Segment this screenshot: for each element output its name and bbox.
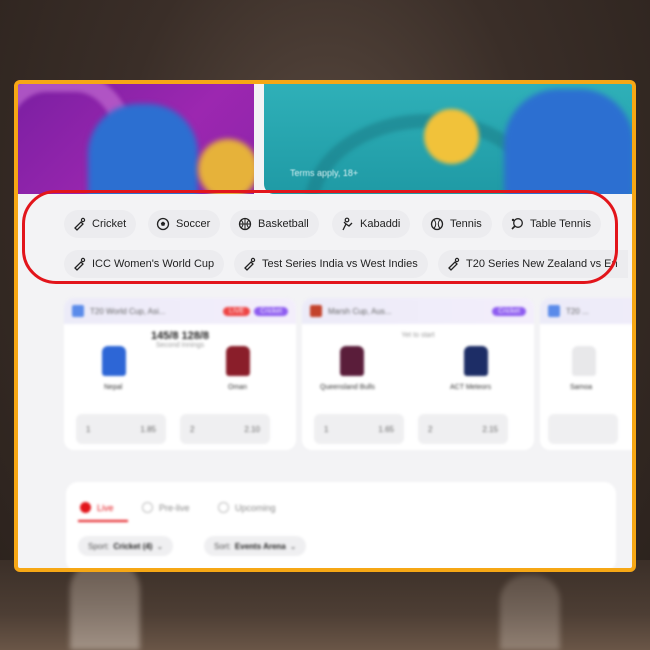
event-card[interactable]: T20 ... Samoa bbox=[540, 298, 632, 450]
live-badge: LIVE bbox=[223, 306, 251, 316]
odds-value: 1.65 bbox=[378, 424, 394, 434]
chevron-down-icon: ⌄ bbox=[289, 541, 297, 551]
chip-cricket[interactable]: Cricket bbox=[64, 210, 137, 238]
tab-label: Upcoming bbox=[235, 502, 276, 513]
soccer-icon bbox=[156, 217, 170, 231]
team-jersey-icon bbox=[340, 346, 364, 376]
chevron-down-icon: ⌄ bbox=[156, 541, 164, 551]
team-jersey-icon bbox=[464, 346, 488, 376]
calendar-icon bbox=[218, 502, 229, 513]
chip-icc-womens-world-cup[interactable]: ICC Women's World Cup bbox=[64, 250, 225, 278]
odds-label: 1 bbox=[324, 424, 329, 434]
card-header: T20 ... bbox=[540, 298, 632, 324]
team-jersey-icon bbox=[572, 346, 596, 376]
league-flag-icon bbox=[548, 305, 560, 317]
chip-label: Cricket bbox=[92, 218, 127, 230]
chip-label: Kabaddi bbox=[360, 218, 401, 230]
tab-live[interactable]: Live bbox=[80, 502, 114, 513]
chip-label: ICC Women's World Cup bbox=[92, 258, 215, 270]
banner-terms: Terms apply, 18+ bbox=[290, 168, 359, 178]
odds-value: 2.10 bbox=[244, 424, 260, 434]
league-name: Marsh Cup, Aus... bbox=[328, 306, 392, 316]
league-flag-icon bbox=[72, 305, 84, 317]
banner-coin-image bbox=[424, 109, 479, 164]
sport-badge: Cricket bbox=[254, 306, 288, 316]
kabaddi-icon bbox=[340, 217, 354, 231]
events-panel: Live Pre-live Upcoming Sport: Cricket (4)… bbox=[66, 482, 616, 568]
league-flag-icon bbox=[310, 305, 322, 317]
tab-label: Live bbox=[97, 502, 114, 513]
sport-filter-chips: Cricket Soccer Basketball Kabaddi Tennis… bbox=[18, 200, 632, 290]
banner-coin-image bbox=[198, 139, 254, 194]
odds-button[interactable]: 2 2.10 bbox=[180, 414, 270, 444]
tab-upcoming[interactable]: Upcoming bbox=[218, 502, 276, 513]
tab-pre-live[interactable]: Pre-live bbox=[142, 502, 190, 513]
table-tennis-icon bbox=[510, 217, 524, 231]
banner-player-image bbox=[504, 89, 632, 194]
chip-tennis[interactable]: Tennis bbox=[422, 210, 492, 238]
cricket-icon bbox=[446, 257, 460, 271]
chip-t20-series-new-zealand[interactable]: T20 Series New Zealand vs En bbox=[438, 250, 628, 278]
basketball-icon bbox=[238, 217, 252, 231]
sport-badge: Cricket bbox=[492, 306, 526, 316]
chip-label: Basketball bbox=[258, 218, 309, 230]
chip-basketball[interactable]: Basketball bbox=[230, 210, 319, 238]
team-name: Queensland Bulls bbox=[320, 384, 375, 391]
background-player bbox=[70, 560, 140, 650]
odds-label: 2 bbox=[428, 424, 433, 434]
banner-player-image bbox=[88, 104, 198, 194]
match-status: Yet to start bbox=[401, 332, 435, 339]
chip-label: Test Series India vs West Indies bbox=[262, 258, 418, 270]
team-name: Samoa bbox=[570, 384, 593, 391]
live-dot-icon bbox=[80, 502, 91, 513]
chip-soccer[interactable]: Soccer bbox=[148, 210, 221, 238]
odds-button[interactable]: 1 1.65 bbox=[314, 414, 404, 444]
promo-banner-right[interactable]: Terms apply, 18+ bbox=[264, 84, 632, 194]
odds-button[interactable]: 1 1.85 bbox=[76, 414, 166, 444]
filter-label: Sort: bbox=[214, 541, 231, 551]
match-status: Second Innings bbox=[155, 342, 205, 349]
filter-label: Sport: bbox=[88, 541, 110, 551]
league-name: T20 World Cup, Asi... bbox=[90, 306, 166, 316]
card-header: T20 World Cup, Asi... LIVE Cricket bbox=[64, 298, 296, 324]
screenshot-frame: Terms apply, 18+ Cricket Soccer Basketba… bbox=[14, 80, 636, 572]
cricket-icon bbox=[72, 217, 86, 231]
odds-value: 2.15 bbox=[482, 424, 498, 434]
card-header: Marsh Cup, Aus... Cricket bbox=[302, 298, 534, 324]
tennis-icon bbox=[430, 217, 444, 231]
team-name: Nepal bbox=[104, 384, 123, 391]
league-name: T20 ... bbox=[566, 306, 589, 316]
event-card[interactable]: T20 World Cup, Asi... LIVE Cricket 145/8… bbox=[64, 298, 296, 450]
chip-test-series-india-west-indies[interactable]: Test Series India vs West Indies bbox=[234, 250, 428, 278]
odds-label: 2 bbox=[190, 424, 195, 434]
filter-value: Cricket (4) bbox=[113, 541, 153, 551]
chip-label: T20 Series New Zealand vs En bbox=[466, 258, 618, 270]
background-player bbox=[500, 575, 560, 650]
odds-value: 1.85 bbox=[140, 424, 156, 434]
odds-label: 1 bbox=[86, 424, 91, 434]
event-cards: T20 World Cup, Asi... LIVE Cricket 145/8… bbox=[18, 298, 632, 458]
team-name: Oman bbox=[228, 384, 248, 391]
team-name: ACT Meteors bbox=[450, 384, 492, 391]
sort-filter-dropdown[interactable]: Sort: Events Arena ⌄ bbox=[204, 536, 307, 556]
chip-label: Table Tennis bbox=[530, 218, 591, 230]
chip-label: Tennis bbox=[450, 218, 482, 230]
tab-label: Pre-live bbox=[159, 502, 190, 513]
odds-button[interactable]: 2 2.15 bbox=[418, 414, 508, 444]
chip-kabaddi[interactable]: Kabaddi bbox=[332, 210, 411, 238]
odds-button[interactable] bbox=[548, 414, 618, 444]
team-jersey-icon bbox=[226, 346, 250, 376]
cricket-icon bbox=[242, 257, 256, 271]
cricket-icon bbox=[72, 257, 86, 271]
team-jersey-icon bbox=[102, 346, 126, 376]
promo-banner-left[interactable] bbox=[18, 84, 254, 194]
clock-icon bbox=[142, 502, 153, 513]
event-card[interactable]: Marsh Cup, Aus... Cricket Yet to start Q… bbox=[302, 298, 534, 450]
match-score: 145/8 128/8 bbox=[150, 330, 210, 342]
sport-filter-dropdown[interactable]: Sport: Cricket (4) ⌄ bbox=[78, 536, 174, 556]
filter-value: Events Arena bbox=[234, 541, 286, 551]
chip-label: Soccer bbox=[176, 218, 211, 230]
chip-table-tennis[interactable]: Table Tennis bbox=[502, 210, 601, 238]
active-tab-indicator bbox=[78, 520, 128, 522]
